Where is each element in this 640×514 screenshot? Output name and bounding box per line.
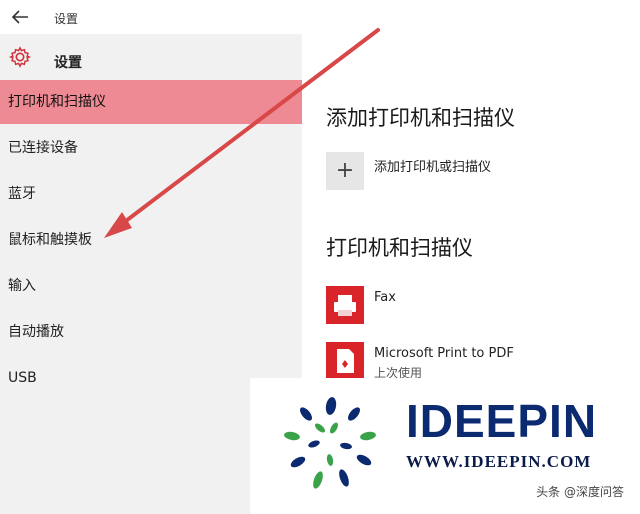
sidebar-item-typing[interactable]: 输入: [0, 264, 302, 308]
add-printer-label[interactable]: 添加打印机或扫描仪: [374, 156, 491, 175]
app-header: 设置: [0, 40, 302, 74]
watermark-brand: IDEEPIN: [406, 395, 598, 447]
watermark-tag: 头条 @深度问答: [536, 485, 624, 499]
title-bar: 设置: [0, 0, 640, 34]
add-section-heading: 添加打印机和扫描仪: [326, 106, 515, 130]
ideepin-logo: [284, 397, 376, 489]
printers-section-heading: 打印机和扫描仪: [326, 236, 473, 260]
printer-glyph-icon: [334, 295, 356, 316]
sidebar-item-connected-devices[interactable]: 已连接设备: [0, 126, 302, 170]
sidebar-item-bluetooth[interactable]: 蓝牙: [0, 172, 302, 216]
watermark: IDEEPIN WWW.IDEEPIN.COM 头条 @深度问答: [250, 378, 640, 514]
fax-printer-icon[interactable]: [326, 286, 364, 324]
printer-name-fax[interactable]: Fax: [374, 290, 396, 305]
watermark-url: WWW.IDEEPIN.COM: [406, 452, 592, 471]
document-glyph-icon: [337, 349, 354, 373]
pdf-printer-icon[interactable]: [326, 342, 364, 380]
gear-icon: [9, 46, 31, 68]
sidebar-item-autoplay[interactable]: 自动播放: [0, 310, 302, 354]
plus-icon: +: [335, 158, 355, 183]
window-title: 设置: [54, 12, 79, 26]
sidebar-item-mouse-touchpad[interactable]: 鼠标和触摸板: [0, 218, 302, 262]
add-printer-button[interactable]: +: [326, 152, 364, 190]
app-title: 设置: [54, 55, 82, 71]
back-arrow-icon[interactable]: [10, 8, 30, 26]
sidebar-item-printers[interactable]: 打印机和扫描仪: [0, 80, 302, 124]
printer-name-pdf[interactable]: Microsoft Print to PDF: [374, 346, 514, 361]
